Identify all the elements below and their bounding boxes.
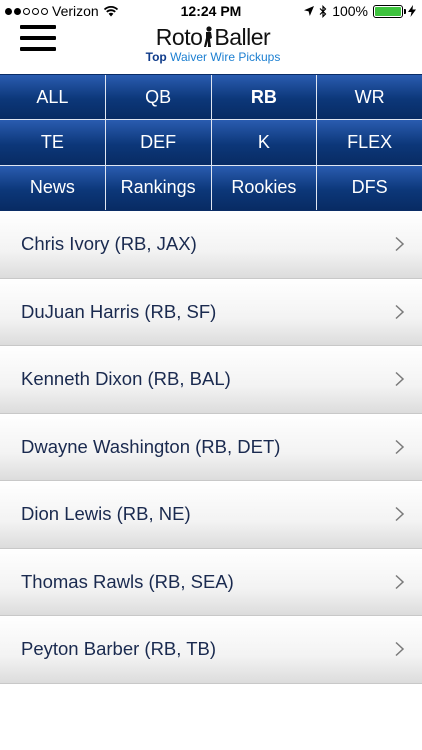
nav-button-te[interactable]: TE — [0, 120, 105, 165]
list-item[interactable]: DuJuan Harris (RB, SF) — [0, 278, 422, 346]
chevron-right-icon — [395, 372, 405, 387]
player-name: Peyton Barber (RB, TB) — [21, 638, 217, 660]
list-item[interactable]: Peyton Barber (RB, TB) — [0, 616, 422, 684]
nav-button-qb[interactable]: QB — [105, 75, 211, 120]
list-item[interactable]: Dwayne Washington (RB, DET) — [0, 413, 422, 481]
list-item[interactable]: Thomas Rawls (RB, SEA) — [0, 548, 422, 616]
nav-button-flex[interactable]: FLEX — [317, 120, 422, 165]
bluetooth-icon — [319, 4, 327, 18]
chevron-right-icon — [395, 574, 405, 589]
nav-button-all[interactable]: ALL — [0, 75, 105, 120]
logo-subtitle: Top Waiver Wire Pickups — [143, 50, 283, 64]
logo-subtitle-bold: Top — [145, 50, 167, 64]
menu-bar-icon — [20, 36, 56, 40]
battery-percent: 100% — [332, 3, 368, 19]
nav-button-dfs[interactable]: DFS — [317, 165, 422, 210]
menu-bar-icon — [20, 47, 56, 51]
list-item[interactable]: Kenneth Dixon (RB, BAL) — [0, 346, 422, 414]
chevron-right-icon — [395, 507, 405, 522]
rotoballer-logo: Roto Baller Top Waiver Wire Pickups — [143, 24, 283, 64]
chevron-right-icon — [395, 304, 405, 319]
nav-button-k[interactable]: K — [211, 120, 317, 165]
player-list: Chris Ivory (RB, JAX) DuJuan Harris (RB,… — [0, 211, 422, 684]
status-right-group: 100% — [304, 3, 416, 19]
player-name: Dion Lewis (RB, NE) — [21, 503, 191, 525]
player-name: Chris Ivory (RB, JAX) — [21, 233, 197, 255]
location-arrow-icon — [304, 6, 315, 16]
nav-button-def[interactable]: DEF — [105, 120, 211, 165]
app-header: Roto Baller Top Waiver Wire Pickups — [0, 22, 422, 74]
nav-button-news[interactable]: News — [0, 165, 105, 210]
football-player-logo-icon — [204, 26, 213, 47]
nav-button-rookies[interactable]: Rookies — [211, 165, 317, 210]
battery-icon — [373, 4, 406, 18]
list-item[interactable]: Chris Ivory (RB, JAX) — [0, 211, 422, 279]
logo-text-left: Roto — [155, 24, 203, 50]
menu-bar-icon — [20, 25, 56, 29]
hamburger-menu-button[interactable] — [20, 25, 56, 51]
player-name: Dwayne Washington (RB, DET) — [21, 435, 281, 457]
player-name: DuJuan Harris (RB, SF) — [21, 300, 217, 322]
status-bar: Verizon 12:24 PM 100% — [0, 0, 422, 22]
player-name: Thomas Rawls (RB, SEA) — [21, 570, 234, 592]
chevron-right-icon — [395, 237, 405, 252]
chevron-right-icon — [395, 439, 405, 454]
list-item[interactable]: Dion Lewis (RB, NE) — [0, 481, 422, 549]
position-nav-grid: ALL QB RB WR TE DEF K FLEX News Rankings… — [0, 74, 422, 211]
chevron-right-icon — [395, 642, 405, 657]
charging-bolt-icon — [408, 5, 416, 17]
nav-button-rb[interactable]: RB — [211, 75, 317, 120]
logo-text-right: Baller — [214, 24, 271, 50]
nav-button-wr[interactable]: WR — [317, 75, 422, 120]
nav-button-rankings[interactable]: Rankings — [105, 165, 211, 210]
logo-subtitle-rest: Waiver Wire Pickups — [166, 50, 281, 64]
player-name: Kenneth Dixon (RB, BAL) — [21, 368, 231, 390]
